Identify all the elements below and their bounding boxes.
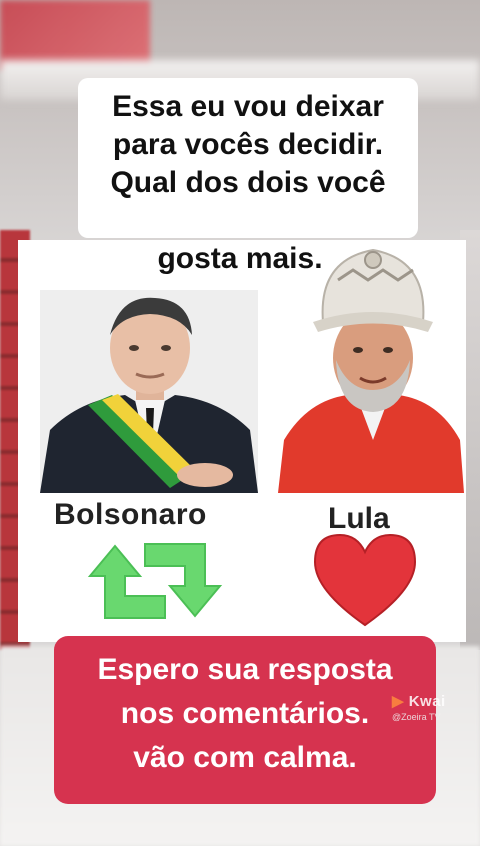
heart-icon	[310, 530, 420, 630]
lula-photo	[278, 240, 464, 493]
meme-card: Bolsonaro Lula	[18, 240, 466, 642]
retweet-arrows-icon	[80, 536, 230, 626]
bottom-caption-line: Espero sua resposta	[97, 653, 393, 686]
kwai-watermark: ▶ Kwai @Zoeira TV	[392, 692, 446, 722]
top-caption-line: para vocês decidir.	[112, 128, 384, 161]
bottom-caption-line: vão com calma.	[133, 741, 357, 774]
bottom-caption-line: nos comentários.	[120, 697, 370, 730]
top-caption-text: Essa eu vou deixar para vocês decidir. Q…	[78, 88, 418, 202]
top-caption-last-line: gosta mais.	[157, 242, 323, 275]
bottom-caption-text: Espero sua resposta nos comentários. vão…	[54, 648, 436, 780]
kwai-logo: ▶ Kwai	[392, 693, 446, 710]
watermark-username: @Zoeira TV	[392, 712, 441, 722]
kwai-logo-text: Kwai	[408, 693, 446, 710]
left-candidate-name: Bolsonaro	[54, 498, 207, 531]
top-caption-line: Essa eu vou deixar	[112, 90, 384, 123]
bolsonaro-photo	[40, 290, 258, 493]
top-caption-line: Qual dos dois você	[110, 166, 386, 199]
